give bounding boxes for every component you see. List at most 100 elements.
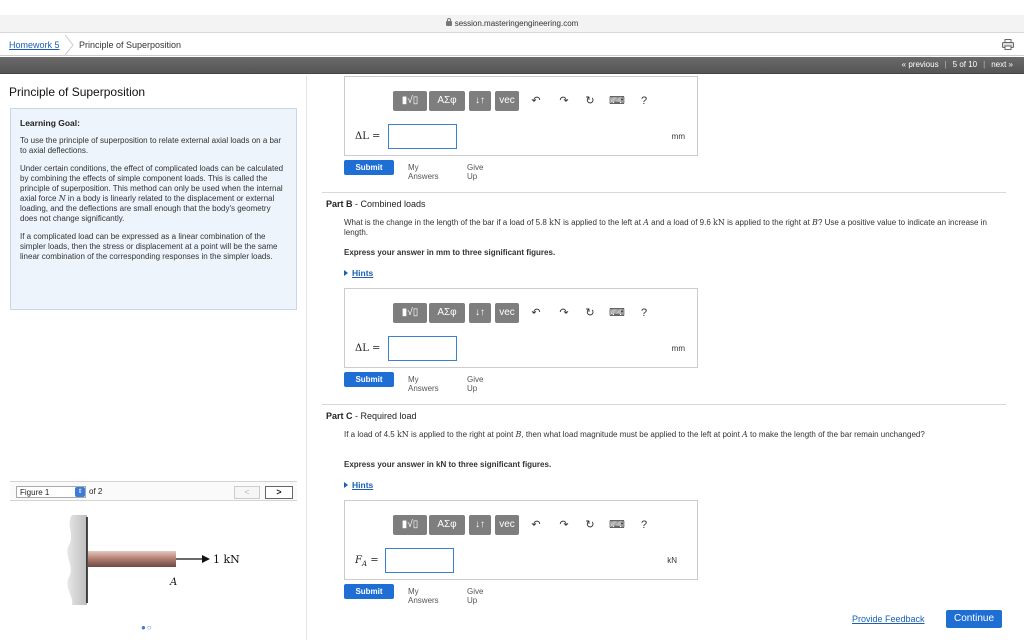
breadcrumb-homework-link[interactable]: Homework 5 — [9, 40, 60, 50]
part-c-unit: kN — [667, 556, 677, 565]
lock-icon — [445, 18, 452, 26]
part-c-answer-widget: ▮√▯ ΑΣφ ↓↑ vec ↶ ↷ ↻ ⌨ ? FA = kN — [344, 500, 698, 580]
var-equals: = — [367, 555, 379, 566]
q-text: If a load of 4.5 — [344, 430, 397, 439]
figure-prev-button[interactable]: < — [234, 486, 260, 499]
continue-button[interactable]: Continue — [946, 610, 1002, 628]
load-label: 1 kN — [213, 553, 240, 566]
redo-icon[interactable]: ↷ — [557, 518, 571, 532]
address-bar[interactable]: session.masteringengineering.com — [0, 15, 1024, 33]
part-b-instructions: Express your answer in mm to three signi… — [344, 248, 556, 257]
arrows-button[interactable]: ↓↑ — [469, 303, 491, 323]
reset-icon[interactable]: ↻ — [583, 306, 597, 320]
chevron-right-icon — [64, 35, 74, 55]
greek-button[interactable]: ΑΣφ — [429, 303, 465, 323]
q-unit: kN — [396, 430, 409, 439]
templates-button[interactable]: ▮√▯ — [393, 303, 427, 323]
q-text: What is the change in the length of the … — [344, 218, 550, 227]
part-b-hints-link[interactable]: Hints — [344, 268, 373, 278]
hints-label: Hints — [352, 480, 374, 490]
part-c-submit-button[interactable]: Submit — [344, 584, 394, 599]
figure-bar-diagram: 1 kN A — [67, 515, 240, 605]
part-a-my-answers-link[interactable]: My Answers — [408, 163, 439, 181]
learning-goal-text: To use the principle of superposition to… — [20, 136, 282, 155]
redo-icon[interactable]: ↷ — [557, 306, 571, 320]
q-text: is applied to the right at point — [408, 430, 516, 439]
keyboard-icon[interactable]: ⌨ — [609, 518, 625, 532]
part-a-answer-input[interactable] — [388, 124, 457, 149]
nav-divider: | — [983, 60, 986, 69]
undo-icon[interactable]: ↶ — [529, 518, 543, 532]
vec-button[interactable]: vec — [495, 303, 519, 323]
part-b-heading: Part B - Combined loads — [326, 199, 426, 209]
next-link[interactable]: next » — [991, 60, 1013, 69]
q-unit: kN — [549, 218, 561, 227]
superposition-paragraph: Under certain conditions, the effect of … — [20, 164, 287, 224]
help-icon[interactable]: ? — [637, 518, 651, 532]
provide-feedback-link[interactable]: Provide Feedback — [852, 614, 925, 624]
load-arrowhead — [202, 555, 210, 563]
bar — [88, 551, 176, 567]
redo-icon[interactable]: ↷ — [557, 94, 571, 108]
part-a-variable-label: ΔL = — [355, 131, 381, 142]
figure-next-button[interactable]: > — [265, 486, 293, 499]
part-a-give-up-link[interactable]: Give Up — [467, 163, 483, 181]
part-b-answer-input[interactable] — [388, 336, 457, 361]
part-a-unit: mm — [671, 132, 685, 141]
help-icon[interactable]: ? — [637, 94, 651, 108]
reset-icon[interactable]: ↻ — [583, 518, 597, 532]
figure-select-value: Figure 1 — [20, 488, 50, 497]
part-divider — [322, 192, 1006, 193]
part-b-give-up-link[interactable]: Give Up — [467, 375, 483, 393]
part-c-variable-label: FA = — [355, 555, 379, 568]
undo-icon[interactable]: ↶ — [529, 306, 543, 320]
linear-combination-paragraph: If a complicated load can be expressed a… — [20, 232, 278, 261]
part-divider — [322, 404, 1006, 405]
part-b-submit-button[interactable]: Submit — [344, 372, 394, 387]
part-b-variable-label: ΔL = — [355, 343, 381, 354]
help-icon[interactable]: ? — [637, 306, 651, 320]
part-b-label: Part B — [326, 199, 353, 209]
nav-divider: | — [944, 60, 947, 69]
q-text: is applied to the left at — [560, 218, 644, 227]
hints-label: Hints — [352, 268, 374, 278]
greek-button[interactable]: ΑΣφ — [429, 91, 465, 111]
templates-button[interactable]: ▮√▯ — [393, 91, 427, 111]
url-text: session.masteringengineering.com — [454, 19, 579, 28]
templates-button[interactable]: ▮√▯ — [393, 515, 427, 535]
var-symbol: F — [355, 555, 362, 566]
arrows-button[interactable]: ↓↑ — [469, 515, 491, 535]
part-a-answer-widget: ▮√▯ ΑΣφ ↓↑ vec ↶ ↷ ↻ ⌨ ? ΔL = mm — [344, 76, 698, 156]
greek-button[interactable]: ΑΣφ — [429, 515, 465, 535]
part-c-give-up-link[interactable]: Give Up — [467, 587, 483, 605]
part-c-my-answers-link[interactable]: My Answers — [408, 587, 439, 605]
arrows-button[interactable]: ↓↑ — [469, 91, 491, 111]
keyboard-icon[interactable]: ⌨ — [609, 306, 625, 320]
fixed-wall — [67, 515, 87, 605]
point-a-label: A — [169, 577, 177, 588]
part-c-heading: Part C - Required load — [326, 411, 417, 421]
part-b-my-answers-link[interactable]: My Answers — [408, 375, 439, 393]
column-divider — [306, 76, 307, 640]
print-icon[interactable] — [1002, 39, 1014, 50]
part-c-hints-link[interactable]: Hints — [344, 480, 373, 490]
keyboard-icon[interactable]: ⌨ — [609, 94, 625, 108]
vec-button[interactable]: vec — [495, 91, 519, 111]
reset-icon[interactable]: ↻ — [583, 94, 597, 108]
part-c-instructions: Express your answer in kN to three signi… — [344, 460, 552, 469]
figure-pager-dots[interactable]: ●○ — [141, 623, 153, 632]
part-b-question: What is the change in the length of the … — [344, 218, 1004, 238]
learning-goal-heading: Learning Goal: — [20, 118, 80, 128]
figure-select[interactable]: Figure 1 ⇕ — [16, 486, 86, 498]
assignment-nav-bar: « previous | 5 of 10 | next » — [0, 57, 1024, 74]
part-a-submit-button[interactable]: Submit — [344, 160, 394, 175]
math-variable: N — [58, 194, 66, 203]
part-c-label: Part C — [326, 411, 353, 421]
part-b-answer-widget: ▮√▯ ΑΣφ ↓↑ vec ↶ ↷ ↻ ⌨ ? ΔL = mm — [344, 288, 698, 368]
undo-icon[interactable]: ↶ — [529, 94, 543, 108]
previous-link[interactable]: « previous — [902, 60, 939, 69]
chevron-updown-icon: ⇕ — [75, 487, 85, 497]
vec-button[interactable]: vec — [495, 515, 519, 535]
q-text: is applied to the right at — [724, 218, 813, 227]
part-c-answer-input[interactable] — [385, 548, 454, 573]
